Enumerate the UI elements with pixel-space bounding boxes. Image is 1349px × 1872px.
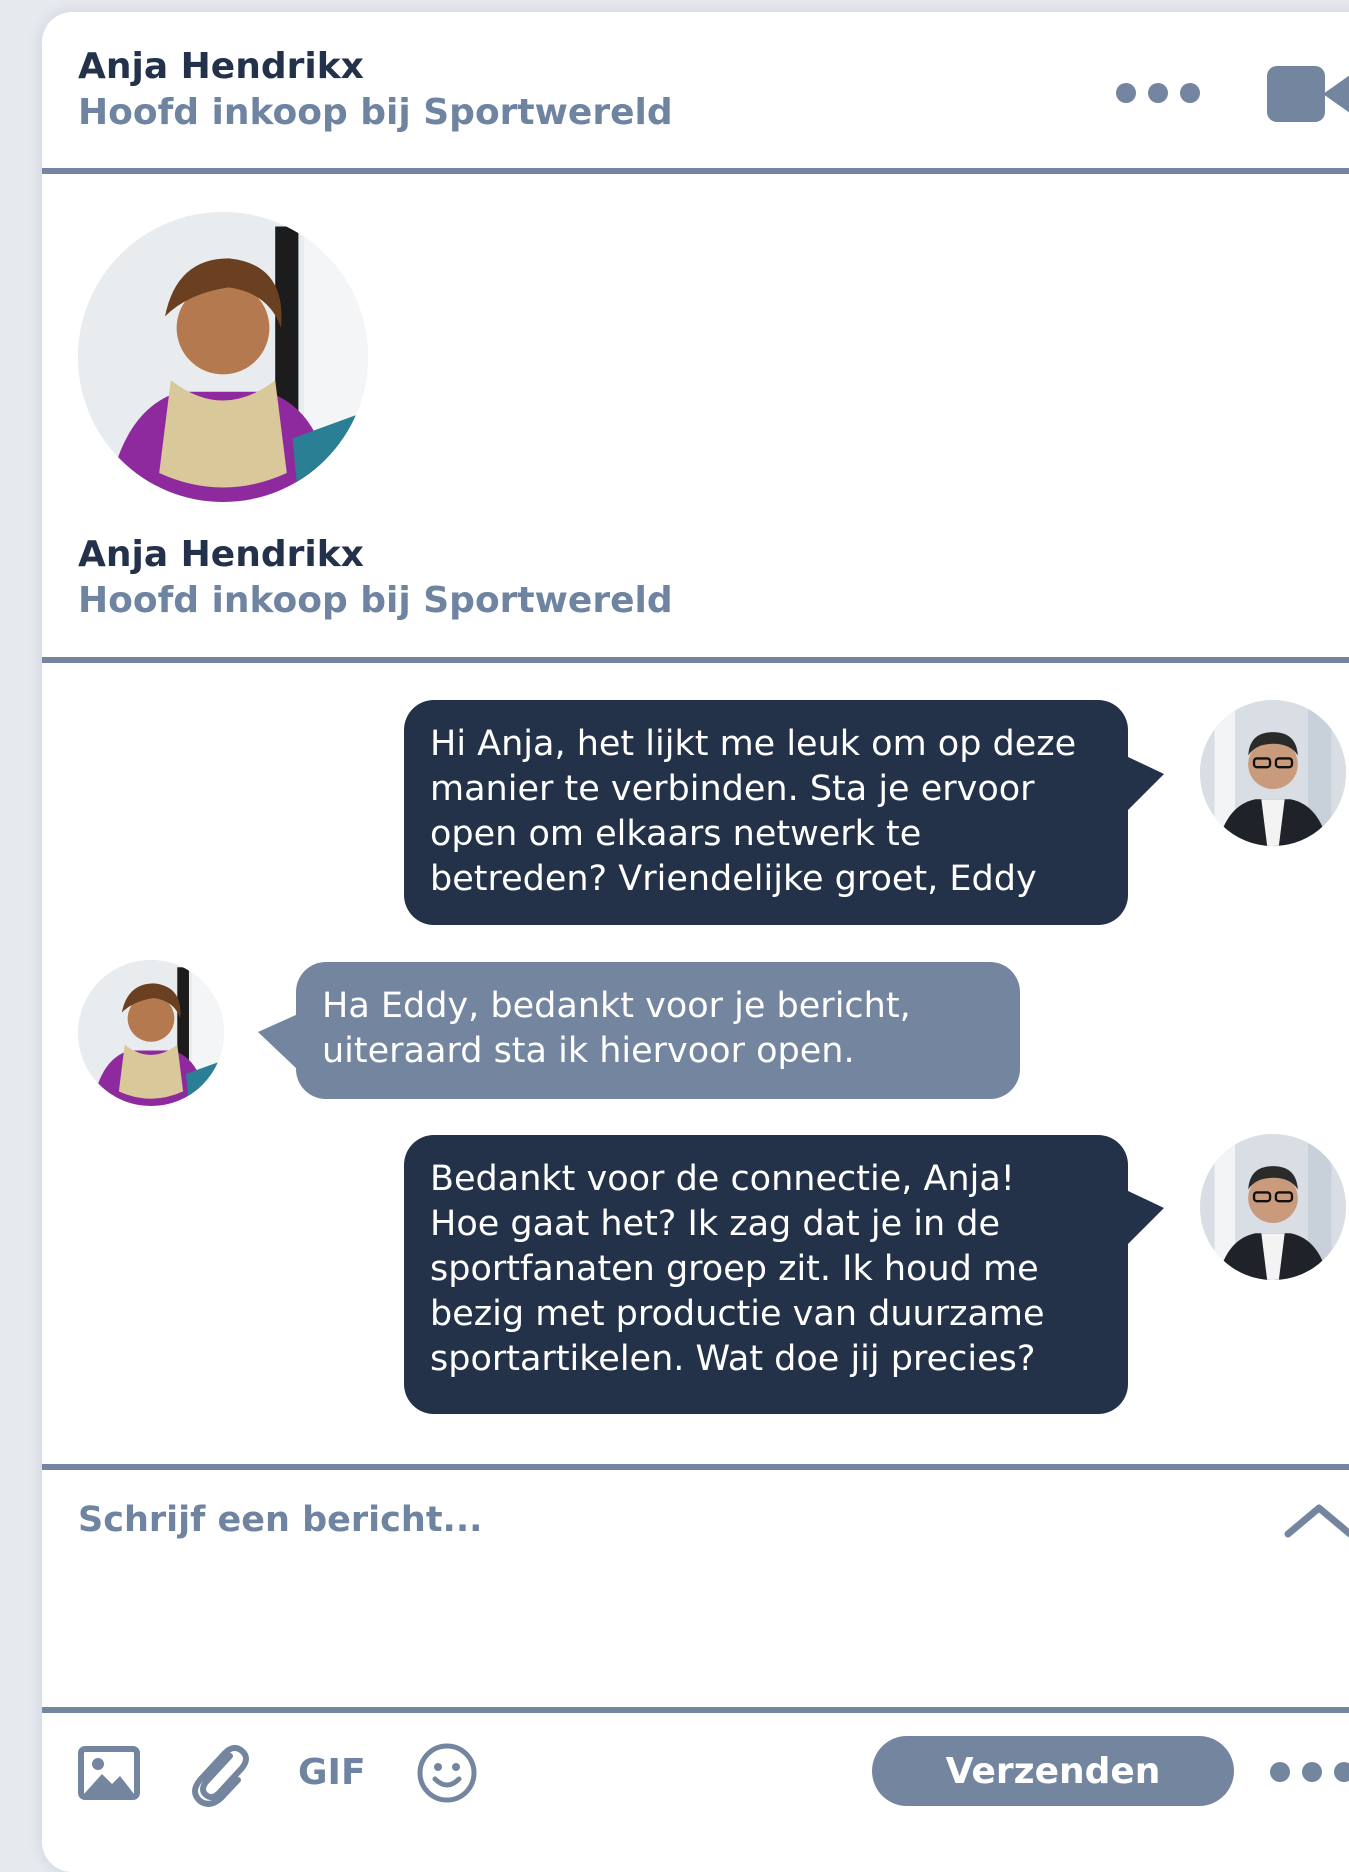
- bubble-tail: [1126, 1190, 1164, 1246]
- profile-avatar[interactable]: [78, 212, 368, 502]
- message-line: uiteraard sta ik hiervoor open.: [322, 1031, 855, 1071]
- message-bubble-outgoing: Bedankt voor de connectie, Anja! Hoe gaa…: [404, 1135, 1128, 1414]
- toolbar-more-icon[interactable]: [1270, 1762, 1349, 1782]
- profile-divider: [42, 657, 1349, 663]
- send-button[interactable]: Verzenden: [872, 1736, 1234, 1806]
- bubble-tail: [258, 1014, 298, 1070]
- message-line: open om elkaars netwerk te: [430, 814, 922, 854]
- video-camera-icon[interactable]: [1267, 66, 1349, 122]
- profile-name[interactable]: Anja Hendrikx: [78, 534, 364, 575]
- chevron-up-icon[interactable]: [1284, 1502, 1349, 1538]
- message-line: sportfanaten groep zit. Ik houd me: [430, 1249, 1039, 1289]
- messages-divider: [42, 1464, 1349, 1470]
- message-input[interactable]: Schrijf een bericht...: [78, 1500, 482, 1540]
- more-options-icon[interactable]: [1116, 83, 1200, 103]
- paperclip-icon[interactable]: [186, 1742, 252, 1808]
- header-divider: [42, 168, 1349, 174]
- message-bubble-outgoing: Hi Anja, het lijkt me leuk om op deze ma…: [404, 700, 1128, 925]
- header-contact-name[interactable]: Anja Hendrikx: [78, 46, 364, 87]
- message-line: sportartikelen. Wat doe jij precies?: [430, 1339, 1036, 1379]
- smiley-icon[interactable]: [416, 1742, 478, 1804]
- bubble-tail: [1126, 756, 1164, 812]
- message-line: Hoe gaat het? Ik zag dat je in de: [430, 1204, 1001, 1244]
- sender-avatar[interactable]: [1200, 700, 1346, 846]
- message-line: Ha Eddy, bedankt voor je bericht,: [322, 986, 911, 1026]
- message-bubble-incoming: Ha Eddy, bedankt voor je bericht, uitera…: [296, 962, 1020, 1099]
- sender-avatar[interactable]: [1200, 1134, 1346, 1280]
- gif-button[interactable]: GIF: [298, 1752, 366, 1793]
- message-line: bezig met productie van duurzame: [430, 1294, 1045, 1334]
- message-line: Hi Anja, het lijkt me leuk om op deze: [430, 724, 1077, 764]
- message-line: manier te verbinden. Sta je ervoor: [430, 769, 1035, 809]
- message-line: betreden? Vriendelijke groet, Eddy: [430, 859, 1037, 899]
- contact-avatar[interactable]: [78, 960, 224, 1106]
- image-icon[interactable]: [78, 1746, 140, 1800]
- profile-role: Hoofd inkoop bij Sportwereld: [78, 580, 673, 621]
- header-contact-role: Hoofd inkoop bij Sportwereld: [78, 92, 673, 133]
- message-line: Bedankt voor de connectie, Anja!: [430, 1159, 1015, 1199]
- composer-divider: [42, 1707, 1349, 1713]
